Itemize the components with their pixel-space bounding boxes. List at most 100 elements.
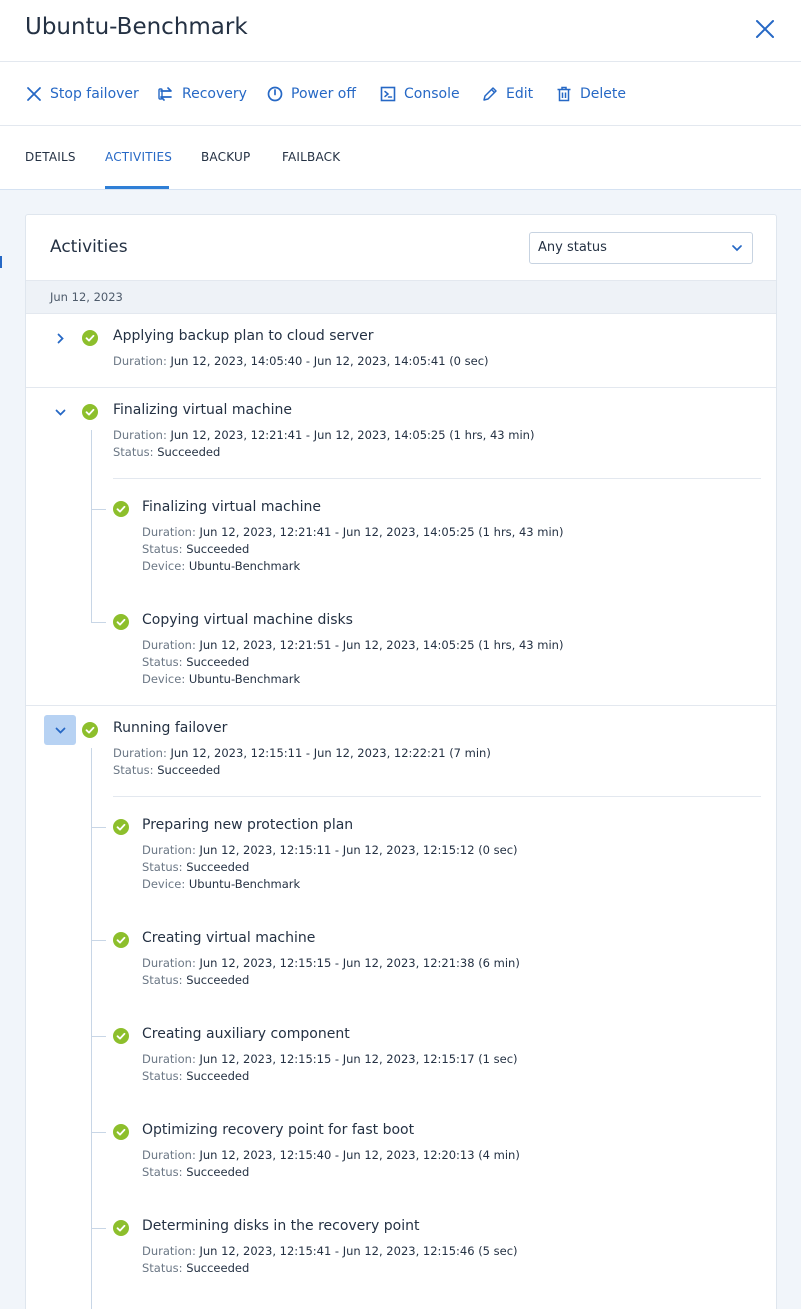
meta-value: Ubuntu-Benchmark bbox=[188, 877, 301, 891]
success-check-icon bbox=[82, 722, 98, 738]
pencil-icon bbox=[483, 87, 497, 101]
date-group-header: Jun 12, 2023 bbox=[26, 280, 776, 314]
meta-value: Succeeded bbox=[186, 1069, 250, 1083]
tree-line bbox=[91, 748, 92, 1309]
activity-title: Finalizing virtual machine bbox=[113, 402, 292, 418]
inner-separator bbox=[113, 478, 761, 479]
meta-label: Duration: bbox=[142, 1052, 200, 1066]
activity-duration: Duration: Jun 12, 2023, 12:15:40 - Jun 1… bbox=[142, 1147, 520, 1164]
sub-activity-title: Copying virtual machine disks bbox=[142, 612, 353, 628]
chevron-down-icon bbox=[55, 409, 65, 416]
console-button[interactable]: Console bbox=[379, 84, 460, 104]
tab-details[interactable]: DETAILS bbox=[25, 150, 76, 164]
tree-branch bbox=[91, 622, 106, 623]
meta-label: Duration: bbox=[113, 428, 171, 442]
activity-device: Device: Ubuntu-Benchmark bbox=[142, 558, 300, 575]
meta-value: Jun 12, 2023, 14:05:40 - Jun 12, 2023, 1… bbox=[170, 354, 489, 368]
meta-value: Succeeded bbox=[157, 763, 221, 777]
close-icon[interactable] bbox=[754, 18, 776, 40]
meta-label: Duration: bbox=[142, 1244, 200, 1258]
close-icon bbox=[27, 87, 41, 101]
meta-value: Ubuntu-Benchmark bbox=[188, 559, 301, 573]
meta-label: Duration: bbox=[142, 1148, 200, 1162]
delete-button[interactable]: Delete bbox=[555, 84, 626, 104]
activity-device: Device: Ubuntu-Benchmark bbox=[142, 671, 300, 688]
tab-failback[interactable]: FAILBACK bbox=[282, 150, 340, 164]
side-edge-marker bbox=[0, 256, 2, 268]
edit-button[interactable]: Edit bbox=[481, 84, 533, 104]
tree-branch bbox=[91, 940, 106, 941]
power-icon bbox=[267, 86, 283, 102]
meta-label: Status: bbox=[113, 763, 158, 777]
activity-status: Status: Succeeded bbox=[142, 654, 249, 671]
activity-duration: Duration: Jun 12, 2023, 12:15:41 - Jun 1… bbox=[142, 1243, 518, 1260]
meta-label: Status: bbox=[142, 655, 187, 669]
chevron-right-icon bbox=[57, 333, 64, 343]
tree-branch bbox=[91, 827, 106, 828]
page-title: Ubuntu-Benchmark bbox=[25, 14, 248, 40]
activity-expander[interactable] bbox=[44, 715, 76, 745]
activity-duration: Duration: Jun 12, 2023, 12:15:15 - Jun 1… bbox=[142, 955, 520, 972]
meta-value: Succeeded bbox=[186, 860, 250, 874]
recovery-button[interactable]: Recovery bbox=[157, 84, 247, 104]
trash-icon bbox=[557, 86, 571, 102]
meta-value: Jun 12, 2023, 12:21:51 - Jun 12, 2023, 1… bbox=[199, 638, 564, 652]
console-label: Console bbox=[404, 86, 460, 102]
meta-value: Jun 12, 2023, 12:15:15 - Jun 12, 2023, 1… bbox=[199, 956, 520, 970]
activity-duration: Duration: Jun 12, 2023, 12:21:41 - Jun 1… bbox=[142, 524, 563, 541]
sub-activity-title: Preparing new protection plan bbox=[142, 817, 354, 833]
tab-backup[interactable]: BACKUP bbox=[201, 150, 250, 164]
stop-failover-button[interactable]: Stop failover bbox=[25, 84, 139, 104]
meta-label: Status: bbox=[142, 542, 187, 556]
activity-device: Device: Ubuntu-Benchmark bbox=[142, 876, 300, 893]
activity-duration: Duration: Jun 12, 2023, 14:05:40 - Jun 1… bbox=[113, 353, 489, 370]
activity-expander[interactable] bbox=[44, 323, 76, 353]
activity-status: Status: Succeeded bbox=[142, 972, 249, 989]
activity-duration: Duration: Jun 12, 2023, 12:15:11 - Jun 1… bbox=[142, 842, 518, 859]
status-filter-value: Any status bbox=[538, 240, 607, 255]
active-tab-indicator bbox=[105, 186, 169, 189]
power-off-button[interactable]: Power off bbox=[266, 84, 356, 104]
activity-duration: Duration: Jun 12, 2023, 12:15:15 - Jun 1… bbox=[142, 1051, 518, 1068]
delete-label: Delete bbox=[580, 86, 626, 102]
inner-separator bbox=[113, 796, 761, 797]
tree-branch bbox=[91, 1228, 106, 1229]
tab-bar: DETAILS ACTIVITIES BACKUP FAILBACK bbox=[0, 126, 801, 190]
activities-title: Activities bbox=[50, 237, 128, 257]
activity-duration: Duration: Jun 12, 2023, 12:21:51 - Jun 1… bbox=[142, 637, 563, 654]
sub-activity-title: Finalizing virtual machine bbox=[142, 499, 321, 515]
meta-value: Succeeded bbox=[186, 1261, 250, 1275]
meta-value: Ubuntu-Benchmark bbox=[188, 672, 301, 686]
action-toolbar: Stop failover Recovery Power off Console… bbox=[0, 62, 801, 126]
success-check-icon bbox=[82, 330, 98, 346]
activity-status: Status: Succeeded bbox=[113, 444, 220, 461]
meta-value: Jun 12, 2023, 12:15:11 - Jun 12, 2023, 1… bbox=[199, 843, 518, 857]
meta-label: Duration: bbox=[142, 843, 200, 857]
success-check-icon bbox=[82, 404, 98, 420]
activity-status: Status: Succeeded bbox=[142, 1068, 249, 1085]
activity-duration: Duration: Jun 12, 2023, 12:21:41 - Jun 1… bbox=[113, 427, 534, 444]
activity-status: Status: Succeeded bbox=[113, 762, 220, 779]
meta-label: Duration: bbox=[113, 746, 171, 760]
meta-value: Jun 12, 2023, 12:21:41 - Jun 12, 2023, 1… bbox=[199, 525, 564, 539]
success-check-icon bbox=[113, 614, 129, 630]
meta-label: Duration: bbox=[142, 638, 200, 652]
tree-branch bbox=[91, 1036, 106, 1037]
meta-label: Device: bbox=[142, 877, 189, 891]
recovery-icon bbox=[158, 87, 172, 101]
meta-value: Succeeded bbox=[186, 655, 250, 669]
tab-activities[interactable]: ACTIVITIES bbox=[105, 150, 172, 164]
sub-activity-title: Creating virtual machine bbox=[142, 930, 316, 946]
meta-value: Jun 12, 2023, 12:15:40 - Jun 12, 2023, 1… bbox=[199, 1148, 520, 1162]
meta-label: Status: bbox=[142, 1165, 187, 1179]
status-filter-select[interactable]: Any status bbox=[529, 232, 753, 264]
activity-title: Applying backup plan to cloud server bbox=[113, 328, 374, 344]
meta-value: Jun 12, 2023, 12:15:41 - Jun 12, 2023, 1… bbox=[199, 1244, 518, 1258]
activity-expander[interactable] bbox=[44, 397, 76, 427]
activity-status: Status: Succeeded bbox=[142, 1164, 249, 1181]
success-check-icon bbox=[113, 1220, 129, 1236]
meta-value: Succeeded bbox=[186, 1165, 250, 1179]
meta-label: Status: bbox=[142, 973, 187, 987]
success-check-icon bbox=[113, 932, 129, 948]
sub-activity-title: Creating auxiliary component bbox=[142, 1026, 350, 1042]
